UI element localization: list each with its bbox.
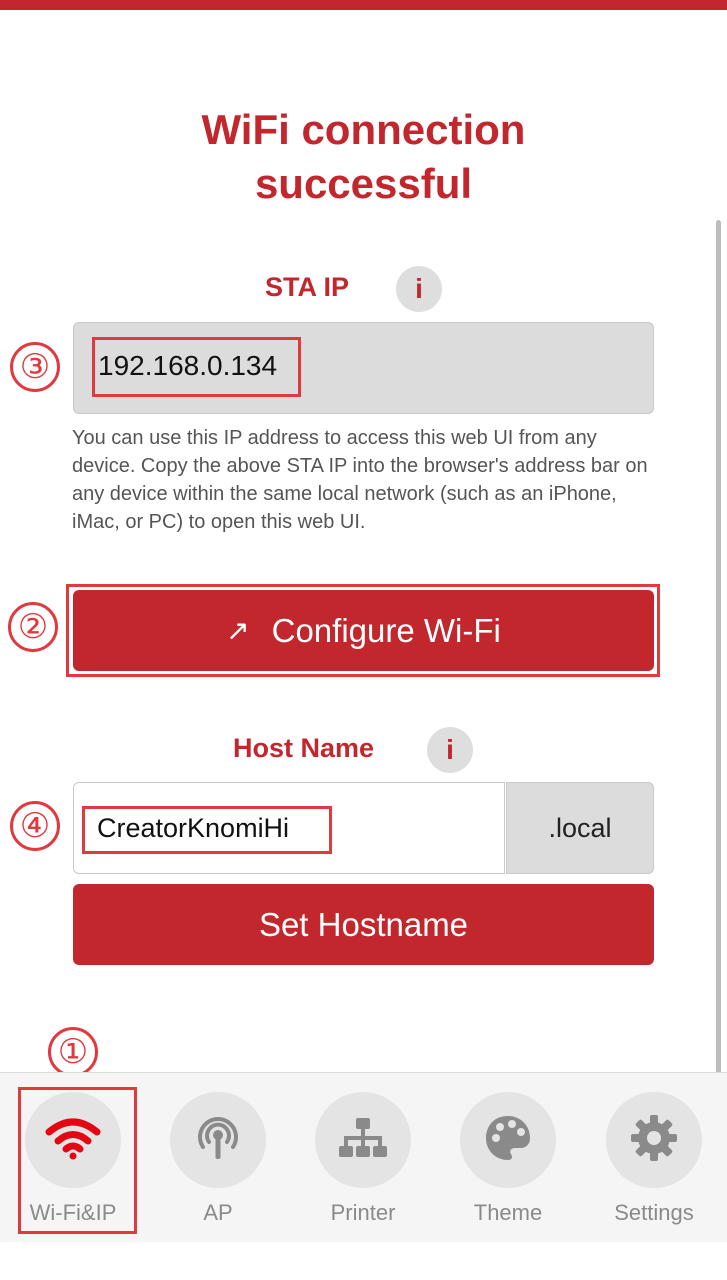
title-line-1: WiFi connection [201,106,526,153]
nav-label-printer: Printer [330,1200,396,1225]
nav-icon-wrap [606,1092,702,1188]
nav-icon-wrap [460,1092,556,1188]
antenna-icon [195,1115,241,1166]
bottom-safe-area [0,1242,727,1280]
page-title: WiFi connection successful [0,103,727,211]
host-suffix: .local [506,782,654,874]
annotation-box-nav [18,1087,137,1234]
network-tree-icon [339,1116,387,1165]
gear-icon [630,1114,678,1167]
sta-ip-hint: You can use this IP address to access th… [72,427,648,533]
annotation-box-configure [66,584,660,677]
annotation-number-4: ④ [10,801,60,851]
nav-icon-wrap [315,1092,411,1188]
sta-ip-info-icon[interactable]: i [396,266,442,312]
host-name-info-icon[interactable]: i [427,727,473,773]
sta-ip-label: STA IP [265,272,350,302]
top-accent-bar [0,0,727,10]
annotation-number-1: ① [48,1027,98,1077]
nav-icon-wrap [170,1092,266,1188]
nav-item-settings[interactable]: Settings [594,1092,714,1226]
annotation-number-3: ③ [10,342,60,392]
title-line-2: successful [254,160,473,207]
host-name-label: Host Name [233,733,375,763]
annotation-box-ip [92,337,301,397]
scrollbar[interactable] [716,220,721,1210]
nav-item-printer[interactable]: Printer [303,1092,423,1226]
set-hostname-button[interactable]: Set Hostname [73,884,654,965]
nav-item-theme[interactable]: Theme [448,1092,568,1226]
annotation-number-2: ② [8,602,58,652]
annotation-box-hostname [82,806,332,854]
nav-label-theme: Theme [473,1200,543,1225]
nav-label-settings: Settings [614,1200,694,1225]
nav-label-ap: AP [203,1200,233,1225]
nav-item-ap[interactable]: AP [158,1092,278,1226]
palette-icon [484,1114,532,1167]
